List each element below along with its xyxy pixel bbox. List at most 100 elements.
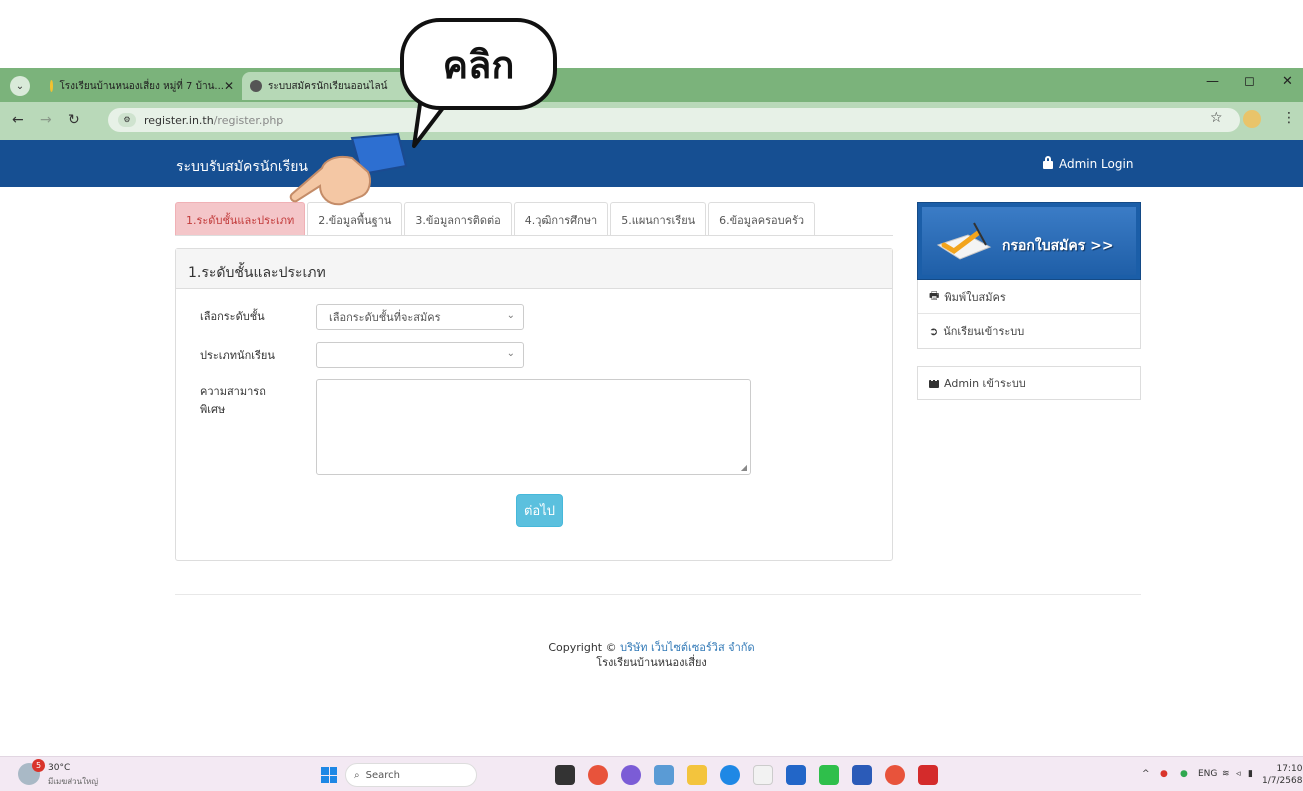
edge-icon[interactable] (720, 765, 740, 785)
search-icon: ⌕ (354, 769, 360, 781)
tray-sync-icon[interactable]: ● (1180, 769, 1188, 779)
clock-time: 17:10 (1276, 764, 1303, 774)
windows-start-icon[interactable] (321, 767, 337, 783)
lock-icon (929, 375, 939, 388)
bookmark-star-icon[interactable]: ☆ (1210, 110, 1223, 126)
admin-login-label: Admin Login (1059, 157, 1134, 171)
browser-menu-icon[interactable]: ⋮ (1282, 110, 1296, 126)
language-indicator[interactable]: ENG (1198, 769, 1217, 779)
special-ability-textarea[interactable]: ◢ (316, 379, 751, 475)
click-callout: คลิก (400, 18, 557, 110)
tab-family-info[interactable]: 6.ข้อมูลครอบครัว (708, 202, 816, 236)
sidebar-item-label: พิมพ์ใบสมัคร (944, 290, 1006, 304)
tab-study-plan[interactable]: 5.แผนการเรียน (610, 202, 707, 236)
apply-banner-button[interactable]: กรอกใบสมัคร >> (917, 202, 1141, 280)
school-name: โรงเรียนบ้านหนองเสี่ยง (596, 656, 707, 669)
taskbar: 5 30°C มีเมฆส่วนใหญ่ ⌕ Search ^ ● ● ENG … (0, 756, 1303, 791)
school-favicon-icon (50, 80, 54, 92)
clock-date: 1/7/2568 (1262, 776, 1303, 786)
apply-banner-text: กรอกใบสมัคร >> (1002, 238, 1114, 254)
weather-condition: มีเมฆส่วนใหญ่ (48, 777, 99, 786)
close-tab-icon[interactable]: ✕ (224, 79, 234, 93)
chrome-icon[interactable] (588, 765, 608, 785)
special-ability-label-line1: ความสามารถ (200, 385, 266, 398)
file-explorer-icon[interactable] (687, 765, 707, 785)
copilot-icon[interactable] (621, 765, 641, 785)
level-select[interactable]: เลือกระดับชั้นที่จะสมัคร ⌄ (316, 304, 524, 330)
minimize-icon[interactable]: — (1206, 74, 1219, 89)
browser-tab-school[interactable]: โรงเรียนบ้านหนองเสี่ยง หมู่ที่ 7 บ้าน...… (42, 72, 242, 100)
pen-document-icon (936, 222, 992, 260)
footer: Copyright © บริษัท เว็บไซต์เซอร์วิส จำกั… (0, 640, 1303, 670)
system-clock[interactable]: 17:10 1/7/2568 (1262, 763, 1302, 787)
volume-icon[interactable]: ◃ (1236, 769, 1241, 779)
tab-contact-info[interactable]: 3.ข้อมูลการติดต่อ (404, 202, 512, 236)
battery-icon[interactable]: ▮ (1248, 769, 1253, 779)
site-info-icon[interactable]: ⚙ (118, 113, 136, 127)
back-icon[interactable]: ← (12, 112, 24, 128)
amazon-icon[interactable] (753, 765, 773, 785)
profile-avatar[interactable] (1243, 110, 1261, 128)
close-window-icon[interactable]: ✕ (1282, 74, 1293, 89)
sidebar-item-admin[interactable]: Admin เข้าระบบ (917, 366, 1141, 400)
sidebar-menu: 🖶 พิมพ์ใบสมัคร ➲ นักเรียนเข้าระบบ (917, 280, 1141, 349)
sidebar-item-label: นักเรียนเข้าระบบ (943, 325, 1025, 338)
site-navbar: ระบบรับสมัครนักเรียน Admin Login (0, 140, 1303, 187)
special-ability-label-line2: พิเศษ (200, 403, 226, 416)
tray-chevron-up-icon[interactable]: ^ (1142, 769, 1150, 779)
sidebar-item-student-login[interactable]: ➲ นักเรียนเข้าระบบ (918, 314, 1140, 348)
store-icon[interactable] (786, 765, 806, 785)
level-label: เลือกระดับชั้น (200, 310, 265, 323)
footer-divider (175, 594, 1141, 595)
login-icon: ➲ (929, 324, 939, 338)
maximize-icon[interactable]: ◻ (1244, 74, 1255, 89)
chevron-down-icon: ⌄ (506, 348, 515, 359)
reload-icon[interactable]: ↻ (68, 112, 80, 128)
form-panel: 1.ระดับชั้นและประเภท เลือกระดับชั้น เลือ… (175, 248, 893, 561)
browser-tab-strip: โรงเรียนบ้านหนองเสี่ยง หมู่ที่ 7 บ้าน...… (0, 68, 1303, 102)
sidebar-admin-label: Admin เข้าระบบ (944, 377, 1026, 390)
chevron-down-icon: ⌄ (506, 310, 515, 321)
weather-widget[interactable]: 5 30°C มีเมฆส่วนใหญ่ (18, 759, 128, 789)
word-icon[interactable] (852, 765, 872, 785)
student-type-label: ประเภทนักเรียน (200, 349, 275, 362)
url-input[interactable]: ⚙ register.in.th/register.php (108, 108, 1240, 132)
wifi-icon[interactable]: ≋ (1222, 769, 1230, 779)
special-ability-label: ความสามารถ พิเศษ (200, 382, 266, 418)
next-button[interactable]: ต่อไป (516, 494, 563, 527)
student-type-select[interactable]: ⌄ (316, 342, 524, 368)
weather-badge: 5 (32, 759, 45, 772)
panel-title: 1.ระดับชั้นและประเภท (176, 249, 892, 289)
apply-banner-inner: กรอกใบสมัคร >> (922, 207, 1136, 275)
browser-tab-title: โรงเรียนบ้านหนองเสี่ยง หมู่ที่ 7 บ้าน... (59, 80, 224, 92)
globe-icon (250, 80, 262, 92)
browser-tab-register[interactable]: ระบบสมัครนักเรียนออนไลน์ (242, 72, 417, 100)
company-link[interactable]: บริษัท เว็บไซต์เซอร์วิส จำกัด (620, 641, 755, 654)
taskbar-search[interactable]: ⌕ Search (345, 763, 477, 787)
search-placeholder: Search (365, 769, 400, 781)
resize-grip-icon[interactable]: ◢ (741, 463, 747, 472)
tab-search-chevron-icon[interactable]: ⌄ (10, 76, 30, 96)
level-select-value: เลือกระดับชั้นที่จะสมัคร (329, 311, 441, 324)
pdf-reader-icon[interactable] (918, 765, 938, 785)
copyright-prefix: Copyright © (548, 641, 617, 654)
lock-icon (1043, 156, 1053, 169)
teams-icon[interactable] (654, 765, 674, 785)
url-path: /register.php (213, 113, 284, 127)
url-host: register.in.th (144, 113, 214, 127)
sidebar-item-print[interactable]: 🖶 พิมพ์ใบสมัคร (918, 280, 1140, 314)
browser-tab-title: ระบบสมัครนักเรียนออนไลน์ (268, 80, 388, 92)
line-icon[interactable] (819, 765, 839, 785)
tray-app-icon[interactable]: ● (1160, 769, 1168, 779)
tabs-divider (175, 235, 893, 236)
pointing-hand-icon (289, 132, 408, 206)
forward-icon[interactable]: → (40, 112, 52, 128)
task-view-icon[interactable] (555, 765, 575, 785)
chrome-alt-icon[interactable] (885, 765, 905, 785)
admin-login-link[interactable]: Admin Login (1043, 156, 1134, 171)
weather-temp: 30°C (48, 763, 71, 773)
printer-icon: 🖶 (929, 289, 940, 302)
tab-education[interactable]: 4.วุฒิการศึกษา (513, 202, 609, 236)
copyright-line: Copyright © บริษัท เว็บไซต์เซอร์วิส จำกั… (0, 640, 1303, 655)
form-step-tabs: 1.ระดับชั้นและประเภท 2.ข้อมูลพื้นฐาน 3.ข… (175, 202, 817, 236)
